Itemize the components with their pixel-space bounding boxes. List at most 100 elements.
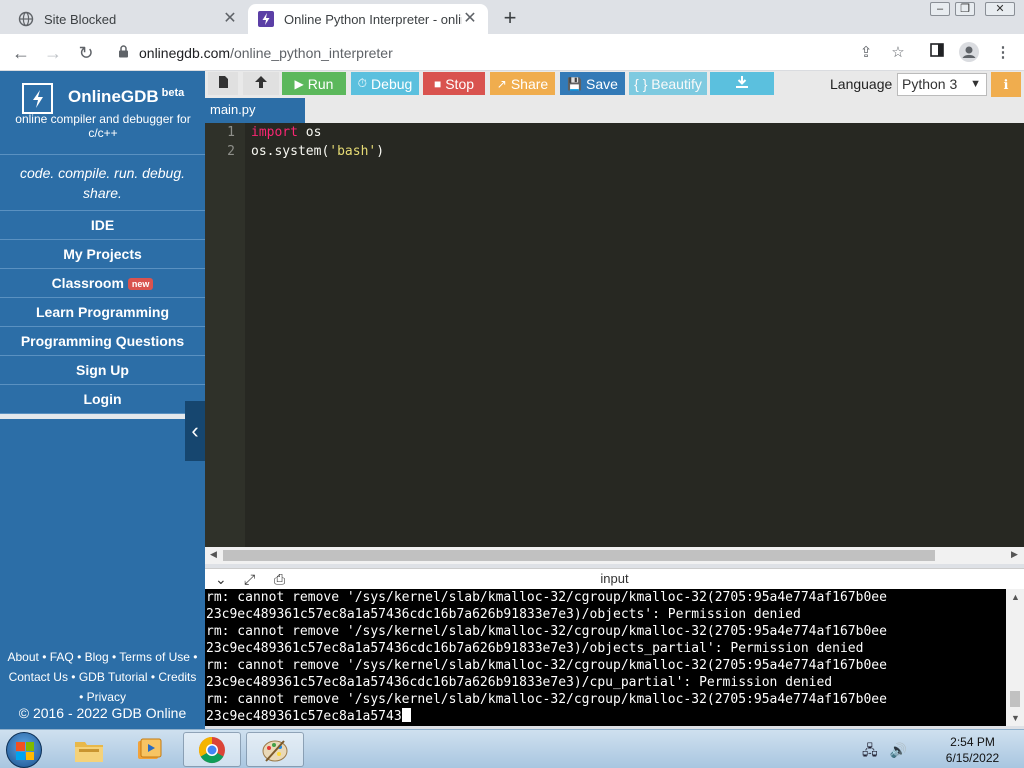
save-button[interactable]: 💾 Save	[560, 72, 625, 95]
network-icon[interactable]: 🖧	[862, 742, 878, 758]
volume-icon[interactable]: 🔊	[890, 742, 907, 758]
output-toolbar: ⌄ ⤢ ⎙ input	[205, 568, 1024, 589]
browser-toolbar: ← → ↻ onlinegdb.com/online_python_interp…	[0, 34, 1024, 71]
scrollbar-thumb[interactable]	[1010, 691, 1020, 707]
taskbar-clock[interactable]: 2:54 PM 6/15/2022	[930, 734, 1015, 766]
line-number: 2	[227, 144, 235, 159]
upload-icon	[253, 75, 269, 92]
console-line: 23c9ec489361c57ec8a1a57436cdc16b7a626b91…	[206, 607, 801, 622]
windows-logo-icon	[16, 742, 34, 760]
console-line: 23c9ec489361c57ec8a1a57436cdc16b7a626b91…	[206, 641, 864, 656]
code-line[interactable]: os.system('bash')	[251, 144, 384, 159]
beautify-button[interactable]: { } Beautify	[629, 72, 707, 95]
scrollbar-thumb[interactable]	[223, 550, 935, 561]
code-token: )	[376, 144, 385, 159]
address-bar[interactable]: onlinegdb.com/online_python_interpreter	[106, 38, 826, 67]
console-input-text: 23c9ec489361c57ec8a1a5743	[206, 709, 402, 724]
editor-horizontal-scrollbar[interactable]: ◀ ▶	[205, 547, 1024, 564]
explorer-icon[interactable]	[60, 732, 118, 767]
new-file-button[interactable]	[208, 72, 238, 95]
windows-taskbar: 🖧 🔊 2:54 PM 6/15/2022	[0, 729, 1024, 768]
tab-site-blocked[interactable]: Site Blocked ✕	[8, 4, 248, 34]
scroll-left-icon[interactable]: ◀	[210, 549, 217, 560]
run-button[interactable]: ▶ Run	[282, 72, 346, 95]
code-editor[interactable]: 1 2 import os os.system('bash')	[205, 123, 1024, 547]
bookmark-star-icon[interactable]: ☆	[887, 42, 909, 64]
language-value: Python 3	[902, 76, 958, 92]
debug-icon: ⏱	[357, 76, 368, 90]
console-line: rm: cannot remove '/sys/kernel/slab/kmal…	[206, 692, 887, 707]
brand-text: OnlineGDB	[68, 87, 159, 106]
sidebar-item-login[interactable]: Login	[0, 384, 205, 413]
new-tab-button[interactable]: +	[498, 6, 522, 30]
brand-subtitle: online compiler and debugger for c/c++	[15, 112, 191, 140]
console-line: 23c9ec489361c57ec8a1a57436cdc16b7a626b91…	[206, 675, 833, 690]
share-page-icon[interactable]: ⇪	[855, 42, 877, 64]
scroll-right-icon[interactable]: ▶	[1011, 549, 1018, 560]
restore-button[interactable]: ❐	[955, 2, 975, 16]
stop-button[interactable]: ■ Stop	[423, 72, 485, 95]
share-label: Share	[510, 75, 549, 92]
reload-icon[interactable]: ↻	[73, 40, 99, 66]
close-window-button[interactable]: ✕	[985, 2, 1015, 16]
globe-icon	[18, 11, 34, 27]
save-label: Save	[586, 75, 618, 92]
tab-online-python[interactable]: Online Python Interpreter - onlin ✕	[248, 4, 488, 34]
file-tab-bar: main.py	[205, 98, 1024, 123]
sidebar: OnlineGDB beta online compiler and debugg…	[0, 71, 205, 729]
expand-icon[interactable]: ⤢	[244, 571, 255, 588]
scroll-up-icon[interactable]: ▲	[1011, 592, 1020, 602]
copy-output-icon[interactable]: ⎙	[274, 571, 285, 588]
menu-kebab-icon[interactable]: ⋮	[992, 42, 1014, 64]
info-icon[interactable]: ℹ	[991, 72, 1021, 97]
scroll-down-icon[interactable]: ▼	[1011, 713, 1020, 723]
media-player-icon[interactable]	[120, 732, 178, 767]
sidebar-item-sign-up[interactable]: Sign Up	[0, 355, 205, 384]
footer-links-row-2[interactable]: Contact Us • GDB Tutorial • Credits	[0, 667, 205, 687]
chevron-down-icon[interactable]: ⌄	[215, 571, 227, 588]
line-number-gutter: 1 2	[205, 123, 245, 547]
output-console[interactable]: rm: cannot remove '/sys/kernel/slab/kmal…	[205, 589, 1006, 726]
profile-avatar-icon[interactable]	[958, 42, 980, 64]
tab-title: Online Python Interpreter - onlin	[284, 11, 462, 27]
download-icon	[735, 75, 749, 92]
new-badge: new	[127, 278, 154, 290]
file-tab-main[interactable]: main.py	[205, 98, 305, 123]
sidebar-divider	[0, 413, 205, 419]
collapse-sidebar-icon[interactable]: ‹	[185, 401, 205, 461]
sidebar-item-programming-questions[interactable]: Programming Questions	[0, 326, 205, 355]
line-number: 1	[227, 125, 235, 140]
sidebar-item-ide[interactable]: IDE	[0, 210, 205, 239]
sidebar-item-my-projects[interactable]: My Projects	[0, 239, 205, 268]
language-select[interactable]: Python 3 ▼	[897, 73, 987, 96]
side-panel-icon[interactable]	[926, 42, 948, 64]
start-button[interactable]	[6, 732, 42, 768]
share-button[interactable]: ↗ Share	[490, 72, 555, 95]
close-tab-icon[interactable]: ✕	[222, 11, 238, 27]
footer-links-row-1[interactable]: About • FAQ • Blog • Terms of Use •	[0, 647, 205, 667]
download-button[interactable]	[710, 72, 774, 95]
close-tab-icon[interactable]: ✕	[462, 11, 478, 27]
back-icon[interactable]: ←	[8, 40, 34, 66]
code-line[interactable]: import os	[251, 125, 321, 140]
debug-button[interactable]: ⏱ Debug	[351, 72, 419, 95]
sidebar-item-learn-programming[interactable]: Learn Programming	[0, 297, 205, 326]
output-vertical-scrollbar[interactable]: ▲ ▼	[1006, 589, 1024, 726]
sidebar-item-classroom[interactable]: Classroom new	[0, 268, 205, 297]
paint-icon[interactable]	[246, 732, 304, 767]
share-icon: ↗	[496, 76, 507, 91]
upload-button[interactable]	[243, 72, 279, 95]
chrome-icon[interactable]	[183, 732, 241, 767]
brand-name[interactable]: OnlineGDB beta	[68, 87, 184, 107]
onlinegdb-favicon-icon	[258, 11, 274, 27]
console-line: rm: cannot remove '/sys/kernel/slab/kmal…	[206, 624, 887, 639]
footer-links: About • FAQ • Blog • Terms of Use • Cont…	[0, 647, 205, 707]
lightning-logo-icon[interactable]	[22, 83, 53, 114]
footer-links-row-3[interactable]: • Privacy	[0, 687, 205, 707]
browser-tab-strip: Site Blocked ✕ Online Python Interpreter…	[0, 0, 1024, 34]
code-token: os	[297, 125, 322, 140]
minimize-button[interactable]: –	[930, 2, 950, 16]
file-icon	[218, 75, 229, 92]
forward-icon[interactable]: →	[40, 40, 66, 66]
save-icon: 💾	[567, 76, 583, 91]
